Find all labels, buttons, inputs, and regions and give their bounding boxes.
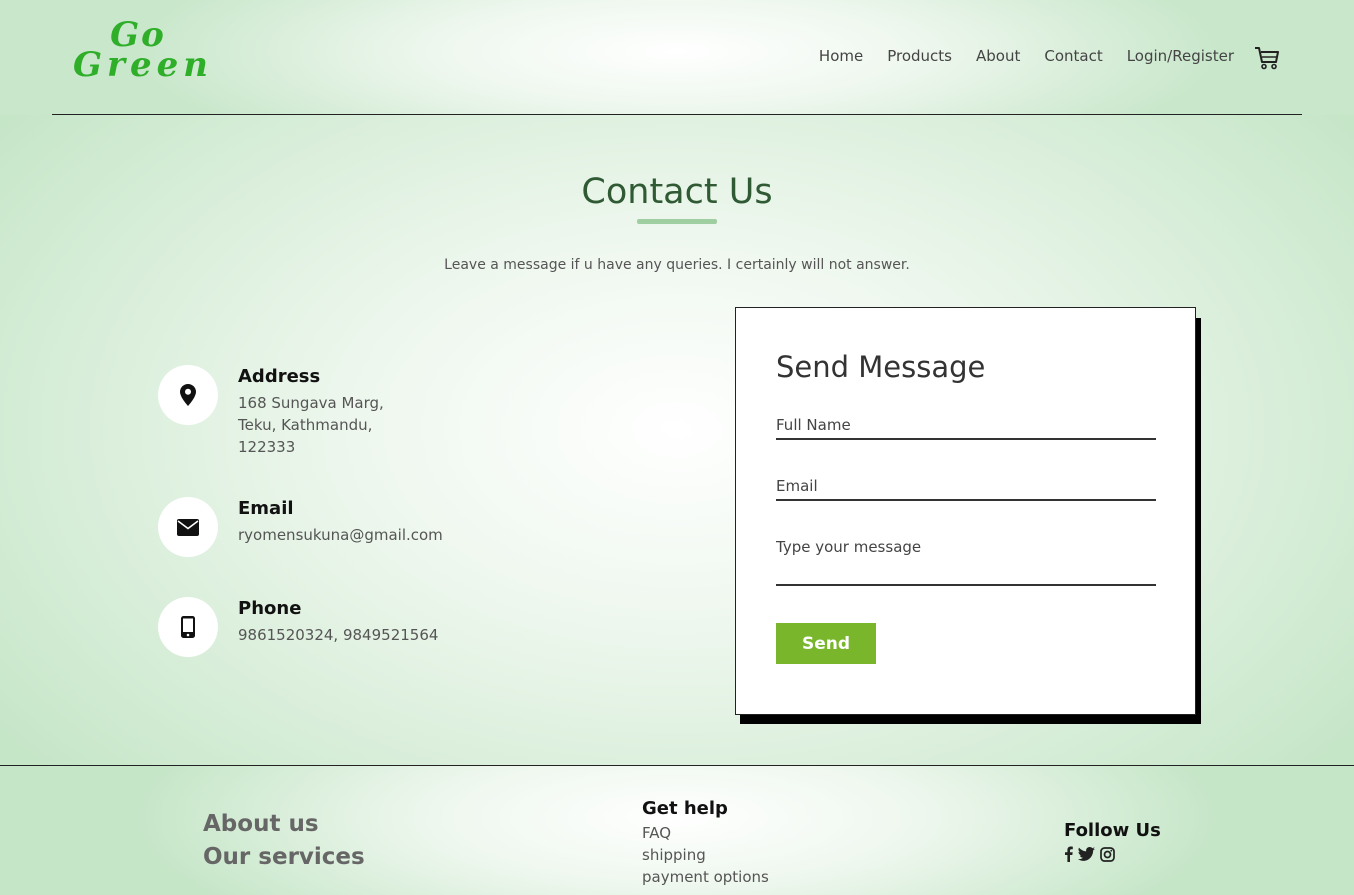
footer-our-services-link[interactable]: Our services	[203, 844, 365, 870]
map-marker-icon	[180, 384, 196, 406]
phone-value: 9861520324, 9849521564	[238, 626, 439, 644]
address-label: Address	[238, 366, 321, 387]
header: Go Green Home Products About Contact Log…	[0, 0, 1354, 115]
send-button[interactable]: Send	[776, 623, 876, 664]
follow-us-heading: Follow Us	[1064, 820, 1161, 841]
address-icon-circle	[158, 365, 218, 425]
facebook-icon[interactable]	[1064, 846, 1073, 862]
phone-icon-circle	[158, 597, 218, 657]
social-links	[1064, 846, 1115, 862]
address-line-1: 168 Sungava Marg,	[238, 394, 384, 412]
get-help-heading: Get help	[642, 798, 728, 819]
nav-home[interactable]: Home	[819, 47, 863, 65]
title-underline	[637, 219, 717, 224]
full-name-input[interactable]	[776, 416, 1156, 440]
nav-contact[interactable]: Contact	[1044, 47, 1102, 65]
email-input[interactable]	[776, 477, 1156, 501]
email-icon-circle	[158, 497, 218, 557]
page-subtitle: Leave a message if u have any queries. I…	[444, 257, 910, 273]
email-value: ryomensukuna@gmail.com	[238, 526, 443, 544]
nav-login-register[interactable]: Login/Register	[1127, 47, 1234, 65]
message-textarea[interactable]	[776, 538, 1156, 586]
email-label: Email	[238, 498, 294, 519]
instagram-icon[interactable]	[1100, 846, 1115, 862]
address-line-3: 122333	[238, 438, 296, 456]
footer-payment-options-link[interactable]: payment options	[642, 868, 769, 886]
footer-shipping-link[interactable]: shipping	[642, 846, 706, 864]
main-nav: Home Products About Contact Login/Regist…	[819, 47, 1234, 65]
footer-about-us-link[interactable]: About us	[203, 811, 319, 837]
twitter-icon[interactable]	[1078, 847, 1095, 861]
logo[interactable]: Go Green	[73, 18, 213, 86]
cart-icon[interactable]	[1254, 46, 1280, 70]
nav-about[interactable]: About	[976, 47, 1020, 65]
page-title: Contact Us	[581, 172, 773, 212]
nav-products[interactable]: Products	[887, 47, 952, 65]
logo-line-2: Green	[73, 45, 213, 85]
form-title: Send Message	[776, 350, 986, 384]
address-value: 168 Sungava Marg, Teku, Kathmandu, 12233…	[238, 392, 384, 458]
send-message-form: Send Message Send	[735, 307, 1196, 715]
phone-label: Phone	[238, 598, 302, 619]
footer-faq-link[interactable]: FAQ	[642, 824, 671, 842]
header-divider	[52, 114, 1302, 115]
mobile-phone-icon	[181, 616, 195, 638]
address-line-2: Teku, Kathmandu,	[238, 416, 373, 434]
footer: About us Our services Get help FAQ shipp…	[0, 766, 1354, 895]
envelope-icon	[177, 518, 199, 536]
